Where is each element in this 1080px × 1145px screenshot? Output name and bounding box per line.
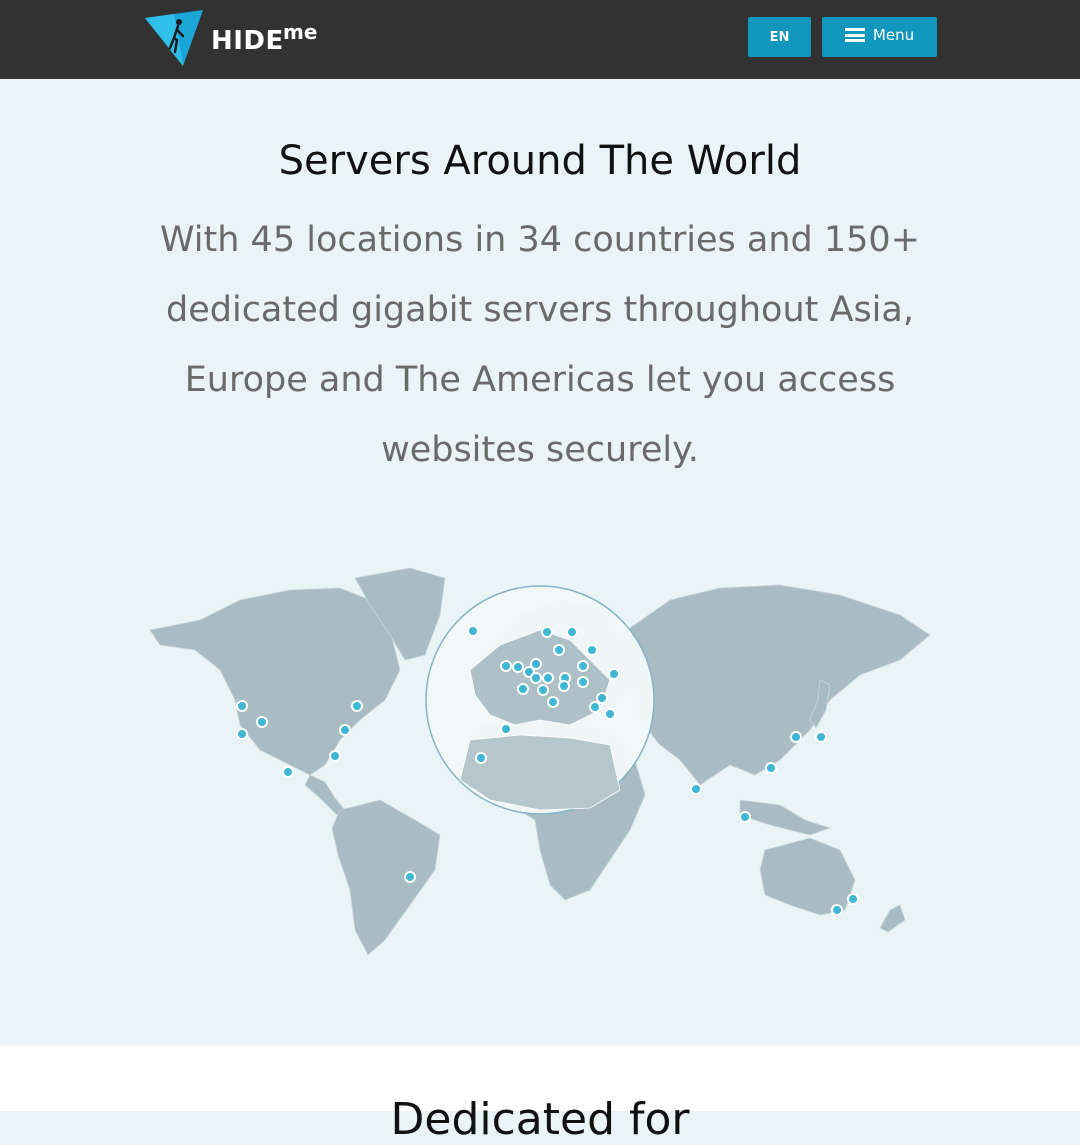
world-server-map [149,567,931,956]
logo-text: HIDE [211,26,284,56]
hide-me-triangle-logo-icon [145,10,203,66]
next-section-heading: Dedicated for [390,1094,690,1145]
hamburger-menu-icon [844,28,865,42]
menu-button[interactable]: Menu [822,17,937,57]
menu-button-label: Menu [872,26,915,44]
page-title: Servers Around The World [278,138,802,184]
logo-suffix: me [283,20,318,44]
language-button[interactable]: EN [748,17,811,57]
hide-me-logo[interactable]: HIDE me [143,8,333,70]
hero-description: With 45 locations in 34 countries and 15… [159,220,921,470]
top-navigation-bar: HIDE me EN Menu [0,0,1080,79]
